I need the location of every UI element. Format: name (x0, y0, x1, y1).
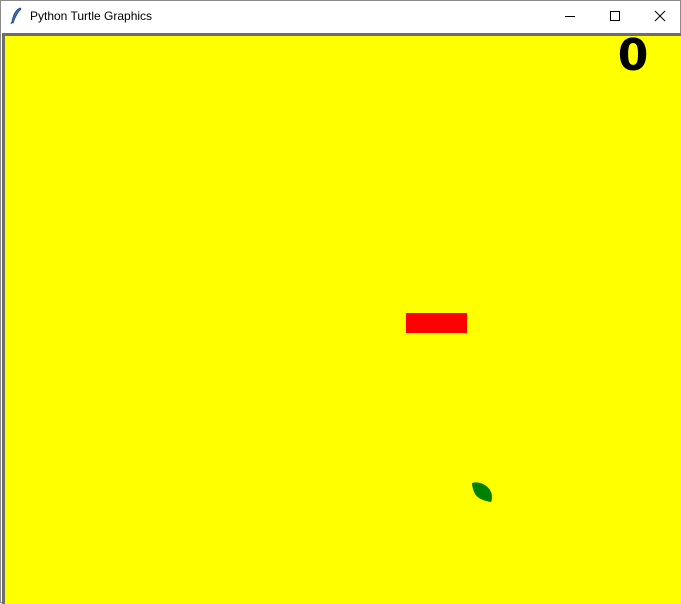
game-canvas[interactable]: 0 (5, 36, 681, 604)
score-display: 0 (617, 36, 649, 81)
close-button[interactable] (637, 1, 681, 31)
close-icon (654, 10, 665, 22)
maximize-icon (609, 11, 620, 21)
turtle-window: Python Turtle Graphics 0 (0, 0, 681, 604)
title-bar[interactable]: Python Turtle Graphics (1, 1, 680, 32)
canvas-frame: 0 (2, 33, 681, 604)
leaf-icon (472, 482, 492, 502)
maximize-button[interactable] (592, 1, 637, 31)
feather-icon (10, 7, 22, 25)
minimize-icon (564, 16, 575, 17)
window-title: Python Turtle Graphics (30, 9, 153, 23)
minimize-button[interactable] (547, 1, 592, 31)
snake-head (406, 313, 467, 333)
